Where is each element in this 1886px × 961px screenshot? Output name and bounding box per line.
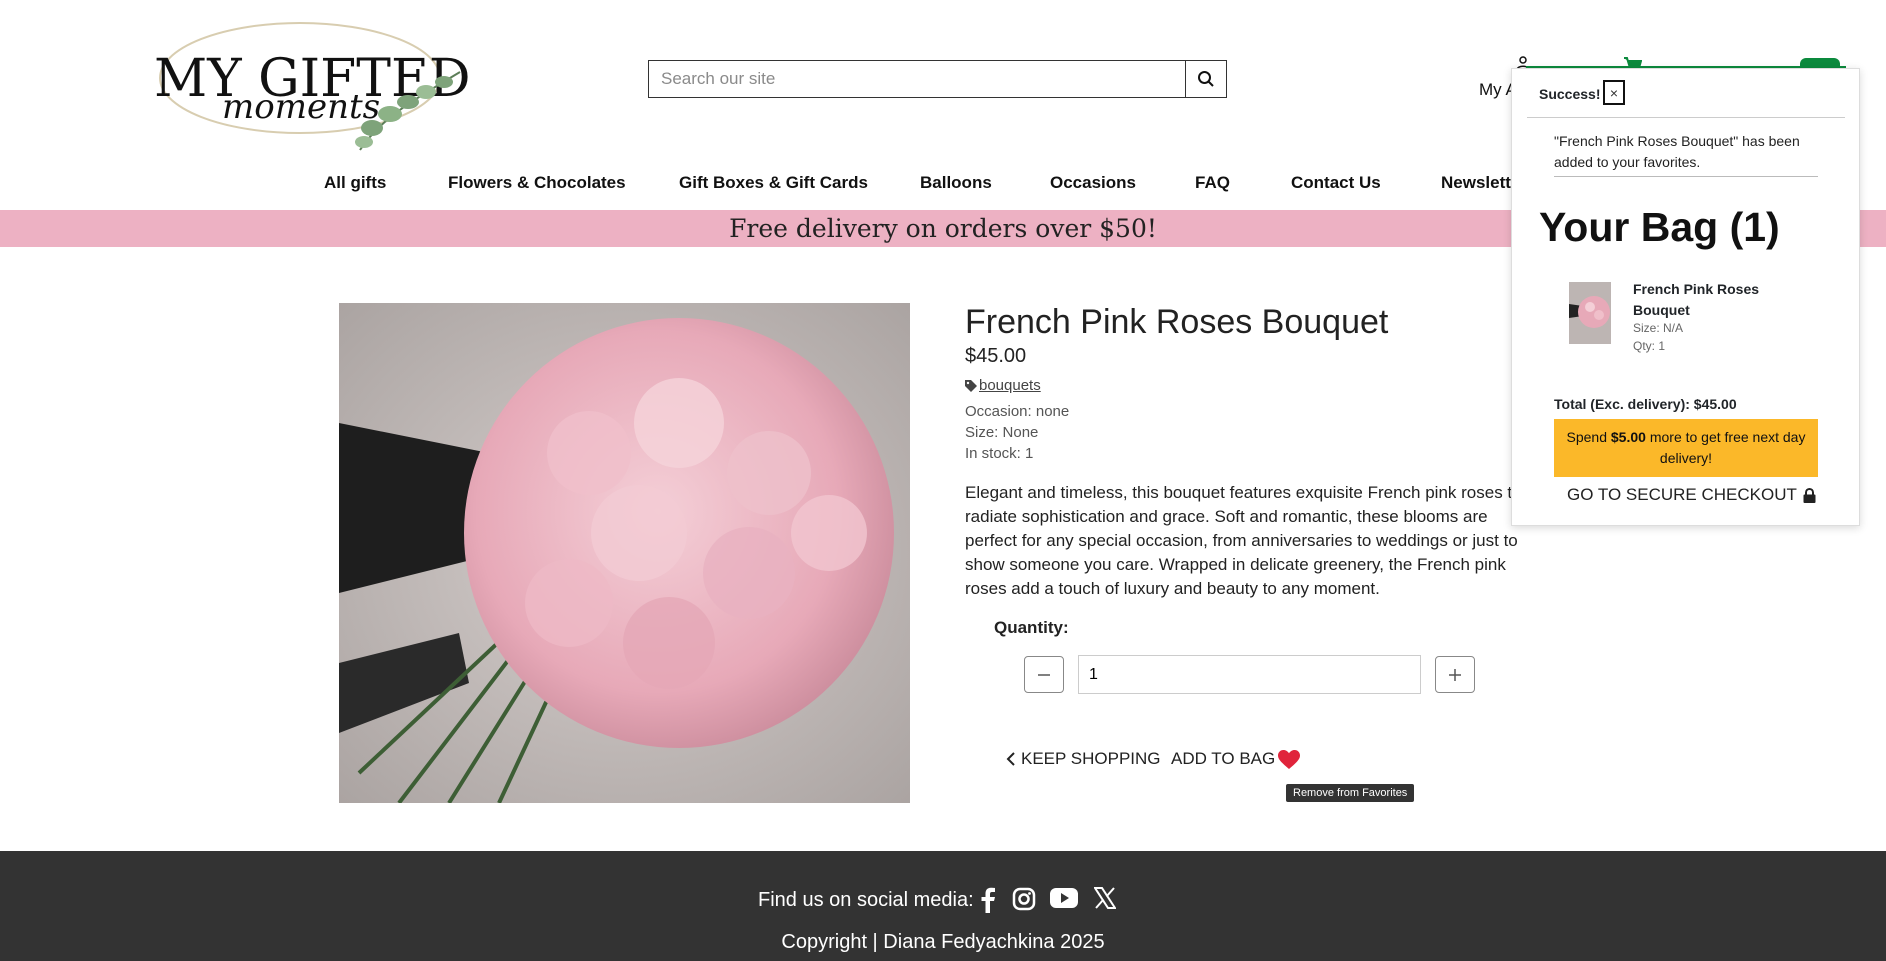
checkout-label: GO TO SECURE CHECKOUT (1567, 485, 1797, 504)
favorites-message: "French Pink Roses Bouquet" has been add… (1554, 133, 1800, 170)
promo-banner-text: Free delivery on orders over $50! (729, 214, 1157, 243)
product-price: $45.00 (965, 345, 1027, 367)
product-description: Elegant and timeless, this bouquet featu… (965, 483, 1536, 598)
lock-icon (1803, 487, 1816, 503)
bag-item-qty: Qty: 1 (1633, 339, 1666, 353)
favorites-tooltip: Remove from Favorites (1286, 784, 1415, 802)
product-tag: bouquets (965, 377, 1041, 394)
heart-icon[interactable] (1278, 750, 1300, 770)
add-to-bag-button[interactable]: ADD TO BAG (1171, 749, 1275, 769)
nav-gift-boxes[interactable]: Gift Boxes & Gift Cards (679, 173, 868, 193)
site-footer: Find us on social media: Copyright | Dia… (0, 851, 1886, 961)
product-title: French Pink Roses Bouquet (965, 303, 1389, 341)
product-occasion: Occasion: none (965, 403, 1070, 420)
divider (1527, 117, 1845, 118)
plus-icon (1449, 668, 1461, 681)
promo-amount: $5.00 (1610, 429, 1646, 445)
instagram-icon[interactable] (1012, 887, 1036, 911)
nav-faq[interactable]: FAQ (1195, 173, 1230, 193)
promo-text-post: more to get free next day delivery! (1645, 429, 1806, 466)
nav-contact-us[interactable]: Contact Us (1291, 173, 1381, 193)
minus-icon (1038, 673, 1050, 676)
success-heading: Success! (1539, 86, 1601, 102)
keep-shopping-label: KEEP SHOPPING (1021, 749, 1161, 768)
keep-shopping-button[interactable]: KEEP SHOPPING (1006, 749, 1161, 769)
copyright-text: Copyright | Diana Fedyachkina 2025 (781, 931, 1105, 953)
secure-checkout-button[interactable]: GO TO SECURE CHECKOUT (1567, 485, 1816, 505)
product-stock: In stock: 1 (965, 445, 1034, 462)
nav-flowers-chocolates[interactable]: Flowers & Chocolates (448, 173, 626, 193)
social-label: Find us on social media: (758, 889, 974, 911)
search-input[interactable] (649, 61, 1185, 97)
product-size: Size: None (965, 424, 1039, 441)
tag-link-bouquets[interactable]: bouquets (979, 377, 1041, 394)
product-image (339, 303, 910, 803)
nav-occasions[interactable]: Occasions (1050, 173, 1136, 193)
x-icon[interactable] (1094, 887, 1116, 909)
quantity-input[interactable] (1078, 655, 1421, 694)
bag-item-size: Size: N/A (1633, 321, 1684, 335)
logo-line2: moments (222, 87, 380, 127)
facebook-icon[interactable] (980, 887, 996, 913)
search-button[interactable] (1185, 61, 1226, 97)
promo-text-pre: Spend (1566, 429, 1611, 445)
divider (1554, 176, 1818, 177)
chevron-left-icon (1006, 752, 1015, 766)
close-button[interactable]: × (1603, 80, 1625, 105)
quantity-label: Quantity: (994, 618, 1069, 637)
bag-item-thumbnail[interactable] (1569, 282, 1611, 344)
site-logo[interactable]: MY GIFTED moments (150, 10, 471, 158)
quantity-increment-button[interactable] (1435, 656, 1475, 693)
quantity-decrement-button[interactable] (1024, 656, 1064, 693)
bag-item-name[interactable]: French Pink Roses Bouquet (1633, 279, 1773, 321)
youtube-icon[interactable] (1050, 887, 1078, 909)
bag-popup: Success! × "French Pink Roses Bouquet" h… (1511, 68, 1860, 526)
nav-all-gifts[interactable]: All gifts (324, 173, 386, 193)
bag-total: Total (Exc. delivery): $45.00 (1554, 396, 1737, 412)
free-delivery-promo: Spend $5.00 more to get free next day de… (1554, 419, 1818, 477)
search-icon (1198, 71, 1214, 87)
bag-title: Your Bag (1) (1539, 204, 1780, 250)
tag-icon (965, 379, 977, 392)
search-bar (648, 60, 1227, 98)
nav-balloons[interactable]: Balloons (920, 173, 992, 193)
